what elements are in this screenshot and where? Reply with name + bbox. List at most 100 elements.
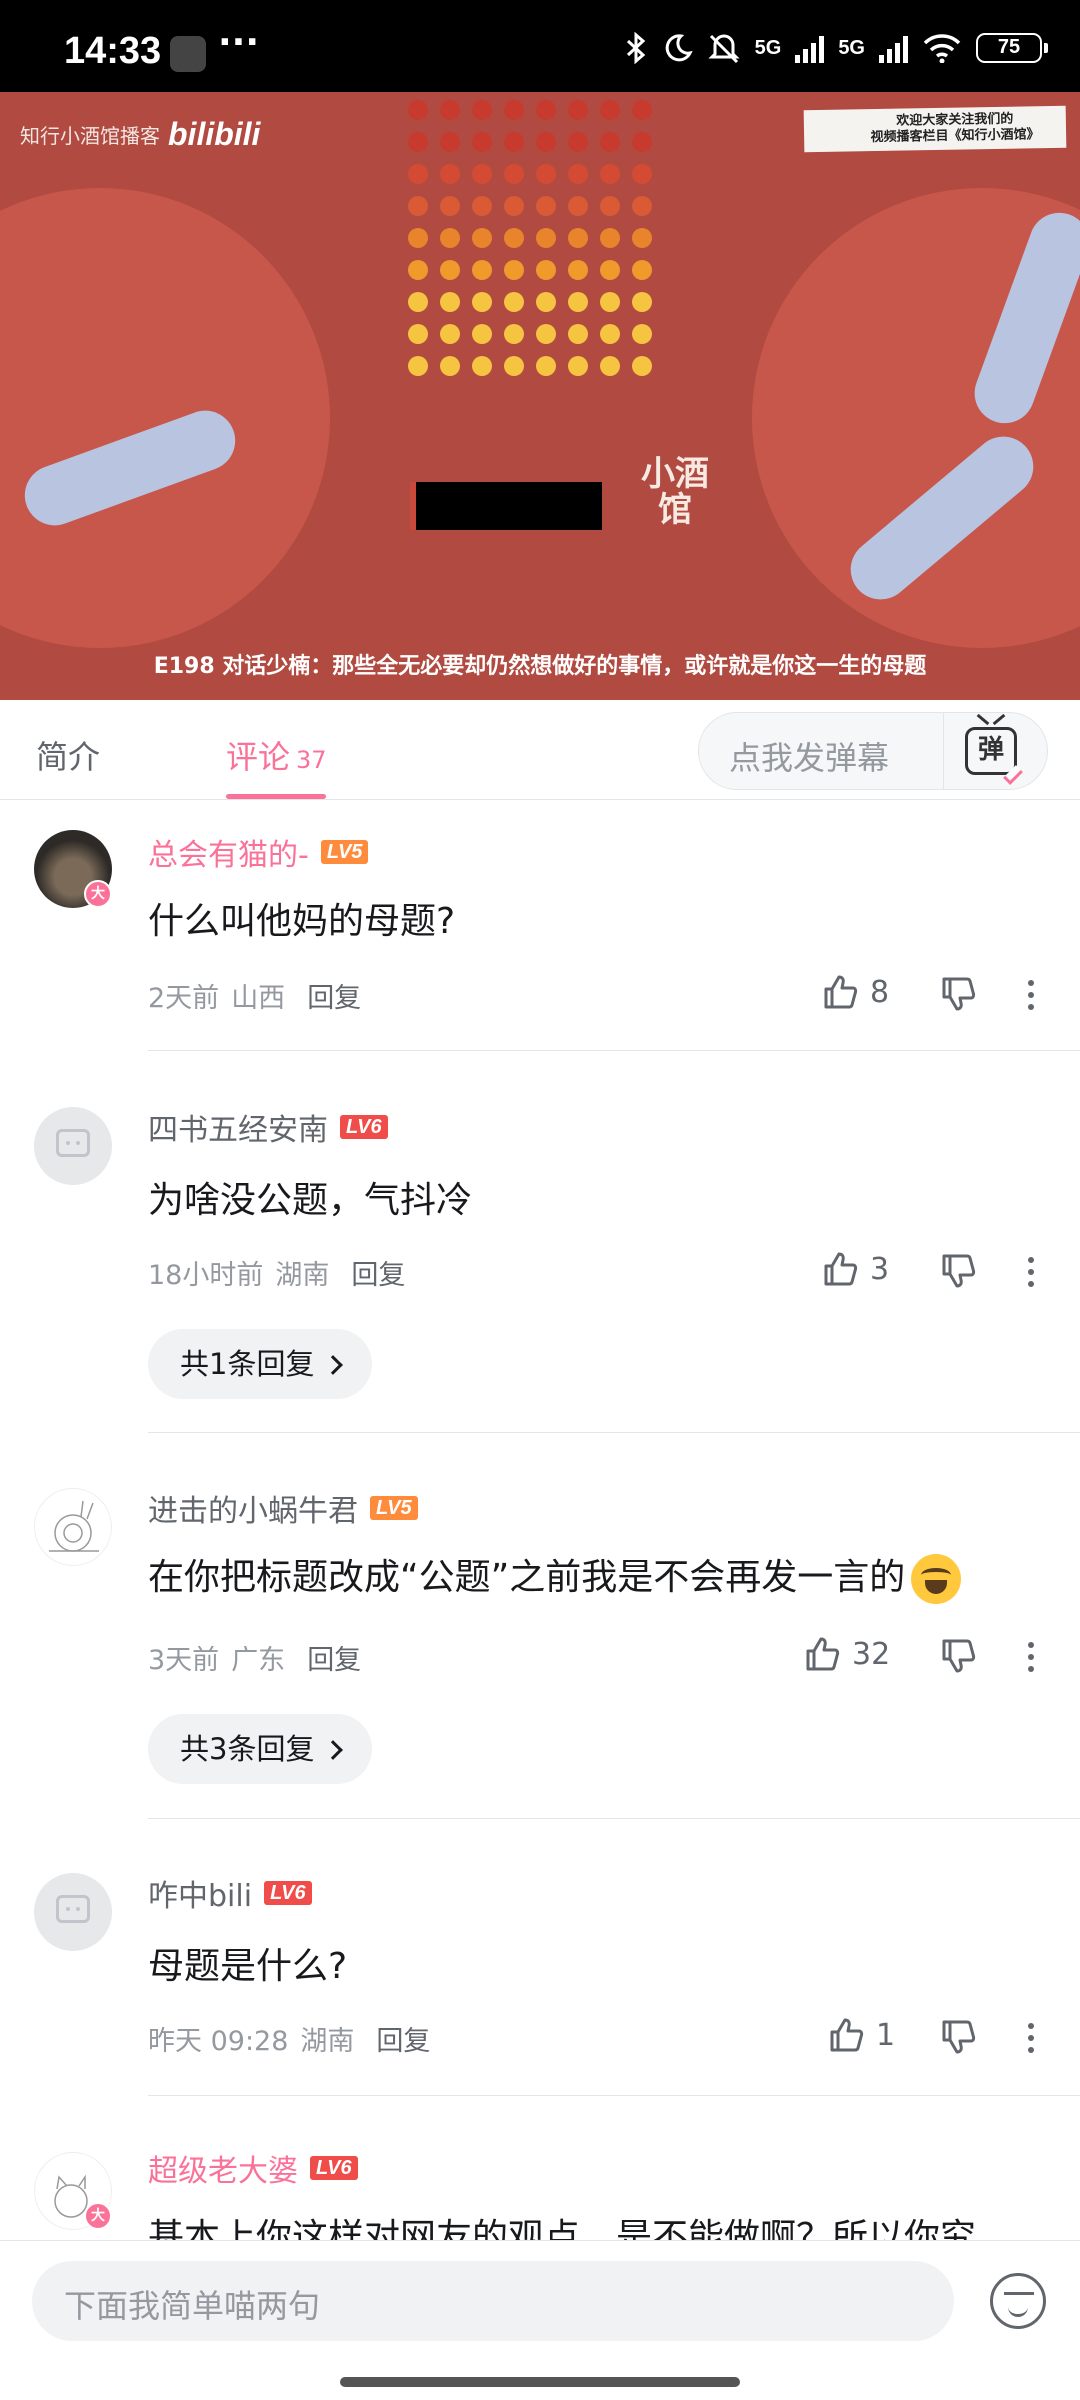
dot xyxy=(536,292,556,312)
tab-intro[interactable]: 简介 xyxy=(36,732,100,778)
comment-meta: 3天前 广东 回复 xyxy=(148,1638,361,1677)
comment-username[interactable]: 进击的小蜗牛君 LV5 xyxy=(148,1486,418,1530)
dot xyxy=(440,260,460,280)
brand-text: 知行小酒馆播客 xyxy=(20,124,160,148)
dot xyxy=(568,260,588,280)
dot xyxy=(632,132,652,152)
dot xyxy=(504,132,524,152)
status-time: 14:33 xyxy=(64,30,162,72)
video-player[interactable]: 知行小酒馆播客 bilibili 欢迎大家关注我们的 视频播客栏目《知行小酒馆》… xyxy=(0,92,1080,700)
dot xyxy=(472,260,492,280)
comment-meta: 18小时前 湖南 回复 xyxy=(148,1253,405,1292)
dot xyxy=(536,260,556,280)
reply-button[interactable]: 回复 xyxy=(307,1638,361,1677)
default-avatar-icon xyxy=(56,1895,90,1923)
like-button[interactable]: 32 xyxy=(802,1634,890,1674)
level-badge: LV6 xyxy=(310,2156,358,2180)
dot xyxy=(504,100,524,120)
dot xyxy=(408,260,428,280)
wifi-icon xyxy=(923,34,961,63)
notification-app-icon xyxy=(170,36,206,72)
more-options-icon[interactable] xyxy=(1028,2023,1036,2059)
like-button[interactable]: 1 xyxy=(826,2015,895,2055)
level-badge: LV5 xyxy=(370,1496,418,1520)
dot-row xyxy=(408,356,680,376)
comment-input[interactable]: 下面我简单喵两句 xyxy=(32,2261,954,2341)
comment-username[interactable]: 四书五经安南 LV6 xyxy=(148,1105,388,1149)
dot xyxy=(536,164,556,184)
signal-icon-2 xyxy=(879,33,908,63)
reply-button[interactable]: 回复 xyxy=(307,976,361,1015)
view-replies-button[interactable]: 共3条回复 xyxy=(148,1714,373,1784)
comment-text: 什么叫他妈的母题? xyxy=(148,901,456,942)
avatar[interactable] xyxy=(34,1107,112,1185)
dot xyxy=(536,356,556,376)
dot xyxy=(600,132,620,152)
dot xyxy=(568,324,588,344)
dot xyxy=(440,100,460,120)
dot xyxy=(440,292,460,312)
danmaku-toggle-icon[interactable]: 弹 xyxy=(965,727,1023,785)
comment-username[interactable]: 咋中bili LV6 xyxy=(148,1871,312,1915)
comment-username[interactable]: 超级老大婆 LV6 xyxy=(148,2146,358,2190)
more-options-icon[interactable] xyxy=(1028,1642,1036,1678)
dot xyxy=(568,164,588,184)
dot xyxy=(600,100,620,120)
follow-notice: 欢迎大家关注我们的 视频播客栏目《知行小酒馆》 xyxy=(803,105,1067,153)
tavern-logo: 小酒馆 xyxy=(641,454,709,530)
cassette-window xyxy=(410,482,602,530)
dot xyxy=(600,324,620,344)
more-notifications-icon: ··· xyxy=(218,22,260,63)
dot xyxy=(472,228,492,248)
dot-matrix-graphic xyxy=(408,100,680,388)
dot xyxy=(600,196,620,216)
avatar[interactable] xyxy=(34,1488,112,1566)
default-avatar-icon xyxy=(56,1129,90,1157)
more-options-icon[interactable] xyxy=(1028,1257,1036,1293)
thumbs-up-icon xyxy=(824,975,858,1009)
danmaku-divider xyxy=(943,713,944,789)
thumbs-down-icon[interactable] xyxy=(938,1636,978,1676)
level-badge: LV6 xyxy=(264,1881,312,1905)
thumbs-down-icon[interactable] xyxy=(938,974,978,1014)
thumbs-down-icon[interactable] xyxy=(938,1251,978,1291)
status-bar: 14:33 ··· 5G 5G 75 xyxy=(0,0,1080,92)
dot xyxy=(568,196,588,216)
network-type-2: 5G xyxy=(838,37,865,59)
dot xyxy=(504,196,524,216)
dot xyxy=(568,292,588,312)
view-replies-button[interactable]: 共1条回复 xyxy=(148,1329,373,1399)
dot xyxy=(568,228,588,248)
dot xyxy=(632,260,652,280)
thumbs-up-icon xyxy=(824,1252,858,1286)
comment-count: 37 xyxy=(296,746,327,774)
comment-username[interactable]: 总会有猫的- LV5 xyxy=(148,830,369,874)
tab-comments[interactable]: 评论 37 xyxy=(226,732,327,778)
dot-row xyxy=(408,132,680,152)
reply-button[interactable]: 回复 xyxy=(351,1253,405,1292)
like-button[interactable]: 3 xyxy=(820,1249,889,1289)
dot xyxy=(632,292,652,312)
danmaku-input[interactable]: 点我发弹幕 弹 xyxy=(698,712,1048,790)
moon-icon xyxy=(665,34,693,62)
reply-button[interactable]: 回复 xyxy=(376,2019,430,2058)
dot xyxy=(504,228,524,248)
dot xyxy=(408,132,428,152)
more-options-icon[interactable] xyxy=(1028,980,1036,1016)
dot-row xyxy=(408,164,680,184)
dot xyxy=(440,228,460,248)
dot xyxy=(472,196,492,216)
thumbs-down-icon[interactable] xyxy=(938,2017,978,2057)
vip-badge: 大 xyxy=(84,2202,112,2230)
chevron-right-icon xyxy=(323,1740,344,1760)
like-button[interactable]: 8 xyxy=(820,972,889,1012)
dot xyxy=(536,100,556,120)
dot xyxy=(600,260,620,280)
dot xyxy=(440,324,460,344)
dot xyxy=(600,164,620,184)
emoji-picker-icon[interactable] xyxy=(990,2273,1046,2329)
thumbs-up-icon xyxy=(830,2018,864,2052)
dot xyxy=(408,228,428,248)
avatar[interactable] xyxy=(34,1873,112,1951)
home-indicator[interactable] xyxy=(340,2377,740,2387)
